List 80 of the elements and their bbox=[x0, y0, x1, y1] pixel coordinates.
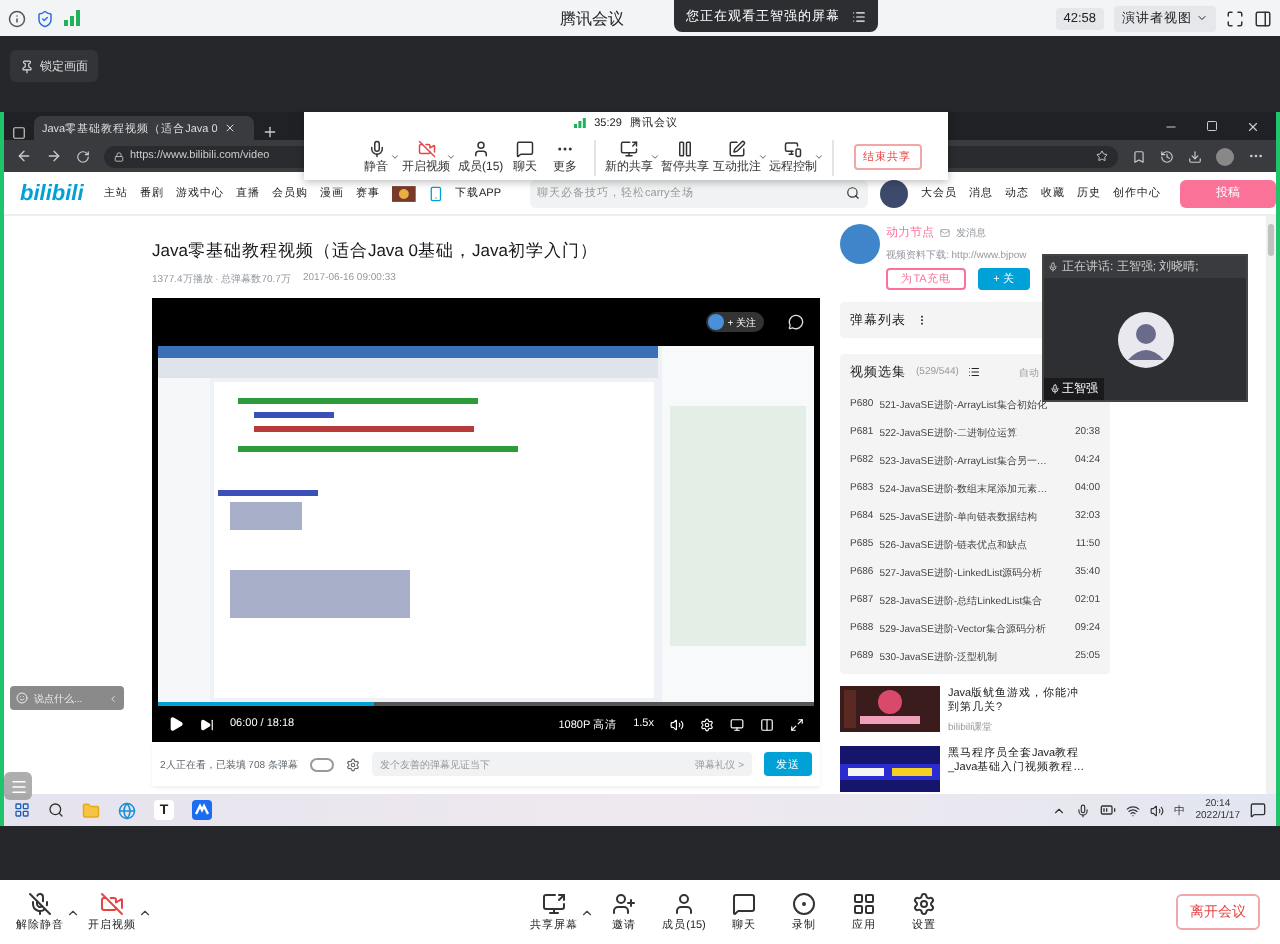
camera-off-icon bbox=[100, 892, 124, 916]
person-icon bbox=[471, 139, 490, 157]
window-title: 腾讯会议 bbox=[560, 7, 624, 29]
mail-icon bbox=[940, 228, 950, 238]
download-icon[interactable] bbox=[1188, 149, 1202, 163]
scrollbar[interactable] bbox=[1266, 216, 1276, 794]
maximize-icon[interactable] bbox=[1206, 119, 1218, 131]
collapse-icon bbox=[108, 693, 118, 703]
browser-icon[interactable] bbox=[118, 801, 136, 819]
user-avatar[interactable] bbox=[880, 179, 909, 207]
wide-mode-icon[interactable] bbox=[760, 717, 774, 731]
history-icon[interactable] bbox=[1160, 149, 1174, 163]
meeting-app-icon[interactable] bbox=[192, 800, 212, 820]
microphone-icon bbox=[1048, 262, 1058, 272]
caret-icon[interactable] bbox=[649, 152, 660, 162]
danmaku-settings-icon[interactable] bbox=[345, 757, 360, 771]
volume-icon[interactable] bbox=[670, 717, 684, 731]
close-icon[interactable] bbox=[1246, 119, 1260, 133]
favorites-icon[interactable] bbox=[1132, 149, 1146, 163]
search-icon[interactable] bbox=[846, 186, 861, 200]
lock-icon bbox=[114, 151, 124, 161]
grid-icon bbox=[852, 892, 876, 916]
chat-icon bbox=[516, 139, 535, 157]
screen-share-icon bbox=[620, 139, 639, 157]
list-icon[interactable] bbox=[852, 9, 866, 23]
caret-icon bbox=[1196, 12, 1208, 24]
tray-expand-icon[interactable] bbox=[1051, 803, 1066, 817]
search-icon[interactable] bbox=[48, 802, 64, 818]
shield-icon[interactable] bbox=[36, 9, 54, 27]
person-icon bbox=[672, 892, 696, 916]
danmaku-toggle[interactable] bbox=[309, 757, 334, 771]
signal-icon bbox=[64, 10, 80, 26]
notifications-icon[interactable] bbox=[1250, 802, 1266, 818]
star-icon[interactable] bbox=[1096, 150, 1108, 162]
settings-icon bbox=[912, 892, 936, 916]
picture-in-picture-icon[interactable] bbox=[730, 717, 744, 731]
settings-icon[interactable] bbox=[700, 717, 714, 731]
remote-screen-icon bbox=[784, 139, 803, 157]
microphone-icon[interactable] bbox=[1075, 803, 1090, 817]
close-icon[interactable] bbox=[223, 122, 236, 134]
speaker-avatar bbox=[1117, 311, 1173, 367]
game-banner-icon bbox=[391, 185, 416, 201]
back-icon[interactable] bbox=[16, 148, 32, 164]
microphone-icon bbox=[367, 139, 385, 157]
volume-icon[interactable] bbox=[1149, 803, 1164, 817]
pen-icon bbox=[728, 139, 747, 157]
signal-icon bbox=[574, 118, 587, 128]
phone-icon bbox=[427, 185, 444, 201]
screen-share-icon bbox=[542, 892, 566, 916]
record-icon bbox=[792, 892, 816, 916]
play-icon[interactable] bbox=[168, 716, 184, 732]
wifi-icon[interactable] bbox=[1125, 803, 1140, 817]
fullscreen-icon[interactable] bbox=[1226, 9, 1244, 27]
microphone-icon bbox=[1050, 384, 1060, 394]
battery-icon[interactable] bbox=[1099, 802, 1116, 818]
uploader-avatar[interactable] bbox=[840, 224, 880, 264]
chat-icon bbox=[732, 892, 756, 916]
camera-off-icon bbox=[417, 139, 435, 157]
smiley-icon bbox=[16, 692, 28, 704]
fullscreen-icon[interactable] bbox=[790, 717, 804, 731]
profile-avatar[interactable] bbox=[1216, 147, 1234, 165]
caret-icon[interactable] bbox=[66, 905, 80, 919]
forward-icon[interactable] bbox=[46, 148, 62, 164]
caret-icon[interactable] bbox=[580, 905, 594, 919]
pause-icon bbox=[676, 139, 695, 157]
caret-icon[interactable] bbox=[138, 905, 152, 919]
tab-actions-icon[interactable] bbox=[12, 126, 26, 140]
new-tab-icon[interactable] bbox=[262, 124, 278, 140]
start-icon[interactable] bbox=[14, 802, 30, 818]
person-plus-icon bbox=[612, 892, 636, 916]
video-title: Java零基础教程视频（适合Java 0基础，Java初学入门） bbox=[152, 240, 600, 264]
next-icon[interactable] bbox=[200, 717, 214, 731]
info-icon[interactable] bbox=[8, 9, 26, 27]
reload-icon[interactable] bbox=[76, 149, 90, 163]
list-icon[interactable] bbox=[968, 366, 981, 378]
microphone-off-icon bbox=[28, 892, 52, 916]
feedback-icon[interactable] bbox=[788, 314, 804, 330]
pin-icon bbox=[20, 59, 34, 73]
uploader-avatar bbox=[707, 314, 724, 330]
sidebar-icon[interactable] bbox=[1254, 9, 1272, 27]
